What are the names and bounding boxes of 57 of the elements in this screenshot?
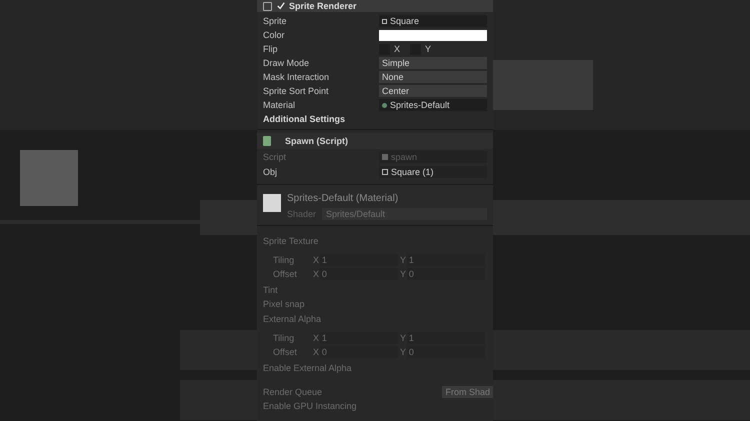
field-label: Sprite xyxy=(263,15,288,28)
section-heading[interactable]: Additional Settings xyxy=(263,112,345,126)
field-label: Tiling xyxy=(273,332,296,345)
number-field: 1 xyxy=(406,332,485,344)
number-field: 1 xyxy=(406,254,485,266)
axis-label: Y xyxy=(400,254,407,267)
object-field[interactable]: Square xyxy=(379,15,487,27)
field-label: Sprite Sort Point xyxy=(263,85,330,98)
color-field[interactable] xyxy=(379,30,487,40)
axis-label: X xyxy=(313,268,320,281)
field-label: Enable GPU Instancing xyxy=(263,400,357,413)
field-label: Tint xyxy=(263,284,278,297)
enable-checkbox[interactable] xyxy=(276,2,285,10)
field-label: Color xyxy=(263,29,286,42)
component-title: Spawn (Script) xyxy=(285,135,348,148)
square-icon xyxy=(382,169,388,175)
number-field: 0 xyxy=(320,268,398,280)
axis-label: Y xyxy=(400,268,407,281)
number-field: 0 xyxy=(406,346,485,358)
object-field[interactable]: Sprites-Default xyxy=(379,99,487,111)
number-field: 0 xyxy=(406,268,485,280)
field-label: Mask Interaction xyxy=(263,71,330,84)
field-label: Draw Mode xyxy=(263,57,310,70)
checkbox-label: X xyxy=(394,43,400,56)
component-icon xyxy=(263,2,272,10)
axis-label: X xyxy=(313,332,320,345)
script-icon xyxy=(382,154,388,160)
field-label: Render Queue xyxy=(263,386,322,399)
field-label: Offset xyxy=(273,268,298,281)
field-label: Offset xyxy=(273,346,298,359)
checkbox-label: Y xyxy=(425,43,432,56)
number-field: 1 xyxy=(320,254,398,266)
number-field: 1 xyxy=(320,332,398,344)
field-label: Flip xyxy=(263,43,279,56)
field-label: Script xyxy=(263,151,288,164)
field-label: Tiling xyxy=(273,254,296,267)
dropdown[interactable]: None xyxy=(379,71,487,83)
axis-label: Y xyxy=(400,346,407,359)
object-field: spawn xyxy=(379,151,487,163)
material-preview-icon xyxy=(263,194,281,212)
material-title: Sprites-Default (Material) xyxy=(287,192,400,206)
component-title: Sprite Renderer xyxy=(289,0,357,13)
object-field[interactable]: Square (1) xyxy=(379,166,487,178)
field-label: Pixel snap xyxy=(263,298,305,311)
dropdown[interactable]: Simple xyxy=(379,57,487,69)
number-field: 0 xyxy=(320,346,398,358)
section-heading: External Alpha xyxy=(263,313,322,326)
axis-label: Y xyxy=(400,332,407,345)
dropdown[interactable]: Center xyxy=(379,85,487,97)
field-label: Enable External Alpha xyxy=(263,362,352,375)
axis-label: X xyxy=(313,254,320,267)
script-icon xyxy=(263,136,271,146)
axis-label: X xyxy=(313,346,320,359)
square-icon xyxy=(382,18,387,24)
field-label: Obj xyxy=(263,166,278,179)
field-label: Material xyxy=(263,99,296,112)
section-heading: Sprite Texture xyxy=(263,235,318,248)
